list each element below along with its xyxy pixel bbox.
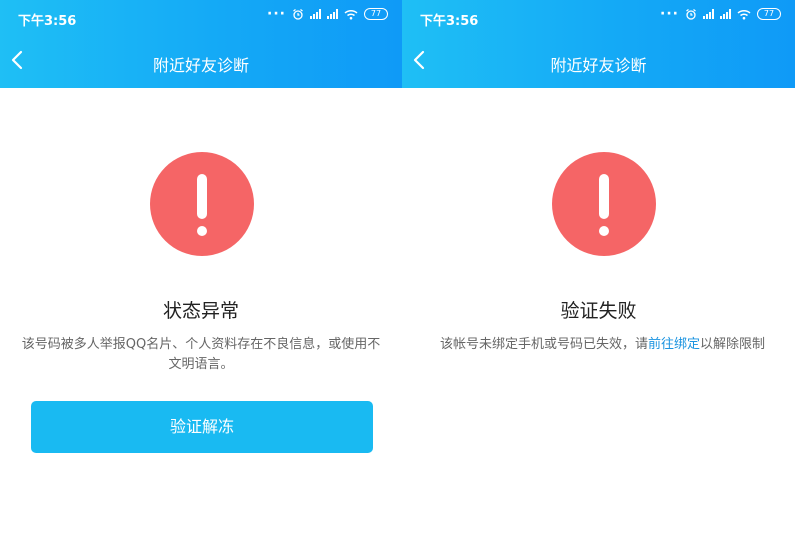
verify-unfreeze-button[interactable]: 验证解冻 [31,401,373,453]
screen-comparison: 下午3:56 ··· 77 附近好友诊断 状态异常 该号码被多人举报QQ名片、个… [0,0,795,550]
status-icons: ··· 77 [660,6,781,22]
signal-icon [310,9,321,19]
app-header: 下午3:56 ··· 77 附近好友诊断 [0,0,402,88]
signal-icon-2 [720,9,731,19]
page-title: 附近好友诊断 [550,56,647,75]
right-panel: 下午3:56 ··· 77 附近好友诊断 验证失败 该帐号未绑定手机或号码已失效… [402,0,795,550]
signal-icon-2 [327,9,338,19]
description-suffix: 以解除限制 [700,337,766,352]
status-heading: 验证失败 [560,300,637,322]
battery-icon: 77 [757,8,781,20]
alarm-icon [293,9,303,20]
more-dots-icon: ··· [267,6,286,22]
left-panel: 下午3:56 ··· 77 附近好友诊断 状态异常 该号码被多人举报QQ名片、个… [0,0,402,550]
alarm-icon [686,9,696,20]
exclamation-circle-icon [552,152,656,256]
status-heading: 状态异常 [162,300,239,322]
status-description: 该帐号未绑定手机或号码已失效，请前往绑定以解除限制 [414,335,791,355]
status-time: 下午3:56 [420,14,479,29]
wifi-icon [737,9,751,19]
status-description: 该号码被多人举报QQ名片、个人资料存在不良信息，或使用不文明语言。 [21,337,381,372]
battery-icon: 77 [364,8,388,20]
exclamation-circle-icon [150,152,254,256]
wifi-icon [344,9,358,19]
page-title: 附近好友诊断 [152,56,249,75]
signal-icon [703,9,714,19]
app-header: 下午3:56 ··· 77 附近好友诊断 [402,0,795,88]
status-time: 下午3:56 [18,14,77,29]
description-prefix: 该帐号未绑定手机或号码已失效，请 [439,337,648,352]
more-dots-icon: ··· [660,6,679,22]
bind-now-link[interactable]: 前往绑定 [648,337,700,352]
status-icons: ··· 77 [267,6,388,22]
